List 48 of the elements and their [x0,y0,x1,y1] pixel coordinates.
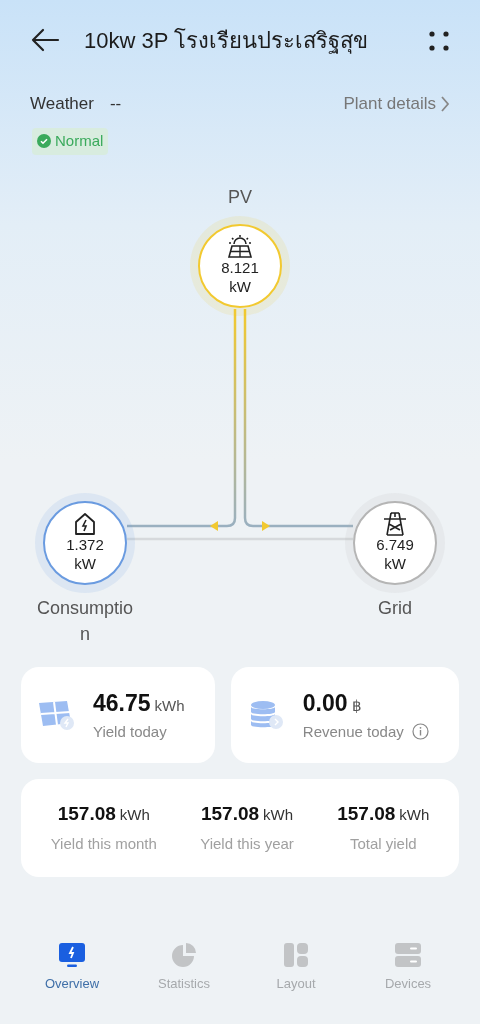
stat-unit: kWh [154,696,185,716]
node-unit: kW [229,277,251,297]
stat-label: Total yield [349,833,417,854]
node-label: PV [227,185,253,209]
solar-panel-icon [37,698,77,731]
monitor-bolt-icon [58,942,86,968]
stat-value: 157.08 [200,802,260,826]
stat-label: Yield this year [200,833,294,854]
stat-unit: kWh [119,805,150,825]
weather-value: -- [109,93,122,116]
power-tower-icon [382,511,408,536]
weather-label: Weather [30,93,94,116]
layout-icon [283,942,309,968]
consumption-node[interactable]: 1.372 kW [43,500,127,585]
stat-value: 157.08 [337,802,396,826]
node-value: 1.372 [66,535,104,555]
consumption-label: Consumption [36,596,134,646]
node-value: 6.749 [376,535,414,555]
pv-node[interactable]: 8.121 kW [198,223,282,308]
info-icon[interactable] [411,723,429,741]
plant-details-link[interactable]: Plant details [343,91,450,117]
status-badge: Normal [32,128,109,155]
node-unit: kW [384,554,406,574]
stat-value: 46.75 [93,689,151,718]
stat-value: 157.08 [57,802,116,826]
node-value: 8.121 [221,258,259,278]
back-button[interactable] [30,27,60,53]
pie-chart-icon [171,942,197,968]
nav-tab[interactable]: Overview [22,942,122,994]
node-unit: kW [74,554,96,574]
stat-label: Yield this month [50,833,157,854]
stat-value: 0.00 [302,689,348,718]
chevron-right-icon [440,95,450,113]
stat-label: Yield today [93,721,167,742]
check-icon [37,134,51,149]
more-button[interactable] [428,28,450,52]
arrow-icon [210,520,218,531]
house-bolt-icon [73,511,97,536]
stat-unit: kWh [263,805,294,825]
stat-unit: ฿ [351,696,362,716]
arrow-icon [262,520,270,531]
node-label: Grid [377,596,413,620]
solar-panel-icon [227,234,253,259]
stat-unit: kWh [399,805,430,825]
grid-node[interactable]: 6.749 kW [353,500,437,585]
devices-icon [394,942,422,968]
stat-label: Revenue today [302,721,404,742]
page-title: 10kw 3P โรงเรียนประเสริฐสุข [84,26,369,56]
